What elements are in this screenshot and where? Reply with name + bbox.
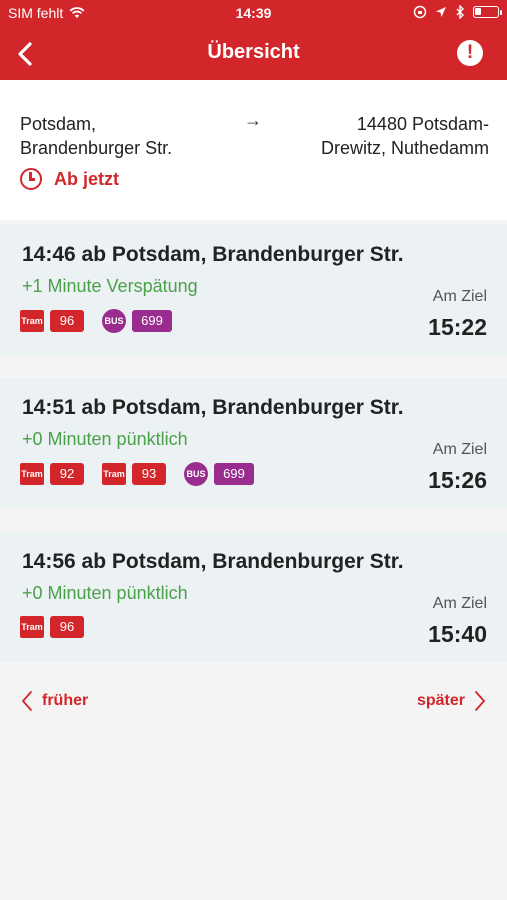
later-label: später xyxy=(416,692,465,709)
tram-icon: Tram xyxy=(20,616,44,638)
line-badge: 96 xyxy=(50,616,84,638)
orientation-lock-icon xyxy=(413,5,427,19)
info-button[interactable]: ! xyxy=(457,40,483,66)
tram-icon: Tram xyxy=(20,310,44,332)
bus-icon: BUS xyxy=(102,309,126,333)
battery-icon xyxy=(473,6,502,18)
departure-info: 14:51 ab Potsdam, Brandenburger Str. xyxy=(22,396,404,419)
departure-time-selector[interactable]: Ab jetzt xyxy=(20,168,119,190)
clock-icon xyxy=(20,168,42,190)
chevron-left-icon xyxy=(21,691,32,711)
line-badge: 699 xyxy=(132,310,172,332)
destination-line-1: 14480 Potsdam- xyxy=(356,114,489,134)
top-bar: SIM fehlt 14:39 Übersicht ! xyxy=(0,0,507,80)
arrival-label: Am Ziel xyxy=(432,441,487,458)
arrival-label: Am Ziel xyxy=(432,288,487,305)
page-title: Übersicht xyxy=(207,41,300,63)
origin[interactable]: Potsdam, Brandenburger Str. xyxy=(20,112,172,160)
arrival-time: 15:40 xyxy=(428,621,487,647)
line-badge: 699 xyxy=(214,463,254,485)
later-button[interactable]: später xyxy=(417,690,487,712)
status-bar: SIM fehlt 14:39 xyxy=(0,0,507,28)
route-header: Potsdam, Brandenburger Str. → 14480 Pots… xyxy=(0,80,507,220)
tram-icon: Tram xyxy=(102,463,126,485)
exclamation-icon: ! xyxy=(466,42,474,63)
delay-status: +1 Minute Verspätung xyxy=(22,276,198,296)
departure-time-label: Ab jetzt xyxy=(54,168,119,189)
nav-bar: Übersicht ! xyxy=(0,28,507,80)
departure-info: 14:56 ab Potsdam, Brandenburger Str. xyxy=(22,550,404,573)
arrival-label: Am Ziel xyxy=(432,595,487,612)
chevron-right-icon xyxy=(475,691,486,711)
location-icon xyxy=(436,7,446,17)
line-badge: 96 xyxy=(50,310,84,332)
bus-icon: BUS xyxy=(184,462,208,486)
journey-card[interactable]: 14:46 ab Potsdam, Brandenburger Str. +1 … xyxy=(0,225,507,355)
line-list: Tram 92 Tram 93 BUS 699 xyxy=(20,462,266,486)
route-arrow-icon: → xyxy=(244,110,262,130)
departure-info: 14:46 ab Potsdam, Brandenburger Str. xyxy=(22,243,404,266)
line-badge: 93 xyxy=(132,463,166,485)
journey-card[interactable]: 14:51 ab Potsdam, Brandenburger Str. +0 … xyxy=(0,378,507,508)
arrival-time: 15:26 xyxy=(428,467,487,493)
earlier-label: früher xyxy=(42,692,89,709)
line-badge: 92 xyxy=(50,463,84,485)
line-list: Tram 96 BUS 699 xyxy=(20,309,184,333)
arrival-time: 15:22 xyxy=(428,314,487,340)
delay-status: +0 Minuten pünktlich xyxy=(22,429,188,449)
origin-line-2: Brandenburger Str. xyxy=(20,138,173,158)
destination[interactable]: 14480 Potsdam- Drewitz, Nuthedamm xyxy=(321,112,489,160)
origin-line-1: Potsdam, xyxy=(20,114,97,134)
earlier-button[interactable]: früher xyxy=(20,690,88,712)
bluetooth-icon xyxy=(456,5,464,19)
delay-status: +0 Minuten pünktlich xyxy=(22,583,188,603)
destination-line-2: Drewitz, Nuthedamm xyxy=(320,138,489,158)
pagination: früher später xyxy=(0,690,507,720)
tram-icon: Tram xyxy=(20,463,44,485)
line-list: Tram 96 xyxy=(20,616,96,638)
journey-card[interactable]: 14:56 ab Potsdam, Brandenburger Str. +0 … xyxy=(0,532,507,662)
